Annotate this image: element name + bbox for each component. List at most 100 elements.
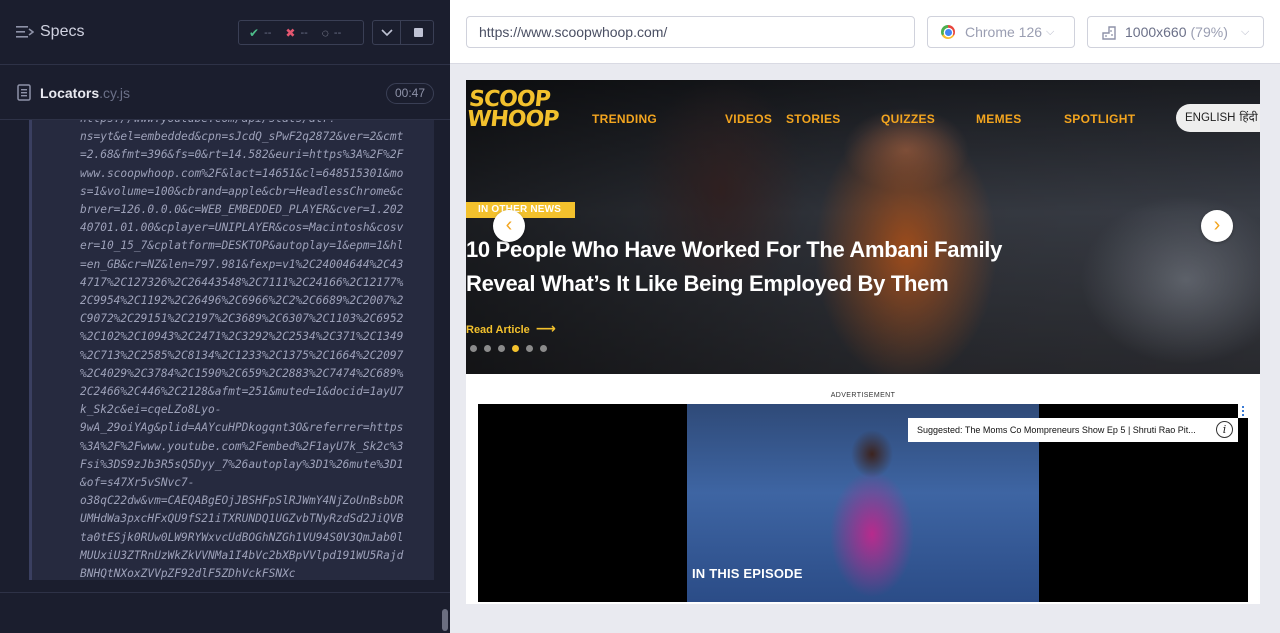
spec-duration: 00:47 (386, 83, 434, 104)
arrow-right-icon: › (1213, 214, 1221, 236)
website-frame: SCOOP WHOOP TRENDING VIDEOS STORIES QUIZZ… (466, 80, 1260, 604)
log-line: 4717%2C127326%2C26443548%2C7111%2C24166%… (80, 275, 404, 289)
carousel-dot[interactable] (540, 345, 547, 352)
nav-spotlight[interactable]: SPOTLIGHT (1064, 112, 1135, 126)
log-line: ta0tESjk0RUw0LW9RYWxvcUdBOGhNZGh1VU94S0V… (80, 530, 404, 544)
hero-headline[interactable]: 10 People Who Have Worked For The Ambani… (466, 233, 1106, 301)
chevron-down-icon: ⌵ (1046, 26, 1055, 38)
run-stats: ✔ -- ✖ -- ◌ -- (238, 20, 364, 45)
failed-count: -- (300, 26, 308, 39)
list-icon[interactable] (16, 24, 34, 40)
spinner-icon: ◌ (321, 25, 329, 40)
log-line: brver=126.0.0.0&c=WEB_EMBEDDED_PLAYER&cv… (80, 203, 404, 217)
nav-videos[interactable]: VIDEOS (725, 112, 772, 126)
stop-icon (414, 28, 423, 37)
log-line: o38qC22dw&vm=CAEQABgEOjJBSHFpSlRJWmY4NjZ… (80, 494, 404, 508)
log-line: Fsi%3DS9zJb3R5sQ5Dyy_7%26autoplay%3D1%26… (80, 457, 404, 471)
carousel-prev-button[interactable]: ‹ (493, 210, 525, 242)
collapse-button[interactable] (372, 20, 401, 45)
headline-line-2: Reveal What’s It Like Being Employed By … (466, 271, 949, 296)
pending-stat: ◌ -- (322, 26, 341, 40)
log-line: =en_GB&cr=NZ&len=797.981&fexp=v1%2C24004… (80, 257, 404, 271)
log-line: k_Sk2c&ei=cqeLZo8Lyo- (80, 403, 222, 417)
request-url-text: https://www.youtube.com/api/stats/atr? ns… (80, 120, 434, 580)
x-icon: ✖ (285, 25, 296, 40)
log-line: ns=yt&el=embedded&cpn=sJcdQ_sPwF2q2872&v… (80, 130, 404, 144)
arrow-left-icon: ‹ (505, 214, 513, 236)
failed-stat: ✖ -- (285, 26, 307, 40)
viewport-label: 1000x660 (79%) (1125, 17, 1228, 47)
ad-label: ADVERTISEMENT (830, 392, 896, 399)
carousel-next-button[interactable]: › (1201, 210, 1233, 242)
chevron-down-icon (381, 29, 393, 37)
log-line: 40701.01.00&cplayer=UNIPLAYER&cos=Macint… (80, 221, 404, 235)
log-line: https://www.youtube.com/api/stats/atr? (80, 120, 434, 128)
carousel-dot[interactable] (470, 345, 477, 352)
carousel-dots (470, 345, 554, 352)
ad-menu-button[interactable] (1238, 404, 1248, 418)
read-article-label: Read Article (466, 324, 530, 336)
log-line: er=10_15_7&cplatform=DESKTOP&autoplay=1&… (80, 239, 404, 253)
log-line: %3A%2F%2Fwww.youtube.com%2Fembed%2F1ayU7… (80, 439, 404, 453)
log-line: 9wA_29oiYAg&plid=AAYcuHPDkogqnt3O&referr… (80, 421, 404, 435)
headline-line-1: 10 People Who Have Worked For The Ambani… (466, 237, 1003, 262)
nav-memes[interactable]: MEMES (976, 112, 1022, 126)
log-line: 2C2466%2C446%2C2128&afmt=251&muted=1&doc… (80, 385, 404, 399)
lang-english: ENGLISH (1185, 112, 1236, 124)
viewport-scale: (79%) (1190, 24, 1228, 40)
check-icon: ✔ (249, 25, 260, 40)
info-icon[interactable]: i (1216, 421, 1233, 438)
ad-video-player[interactable]: IN THIS EPISODE Suggested: The Moms Co M… (478, 404, 1248, 602)
log-line: %2C102%2C10943%2C2471%2C3292%2C2534%2C37… (80, 330, 404, 344)
carousel-dot[interactable] (484, 345, 491, 352)
hero-image (466, 80, 1260, 374)
viewport-selector[interactable]: 1000x660 (79%) ⌵ (1087, 16, 1264, 48)
url-bar[interactable]: https://www.scoopwhoop.com/ (466, 16, 915, 48)
log-line: s=1&volume=100&cbrand=apple&cbr=Headless… (80, 184, 404, 198)
carousel-dot[interactable] (526, 345, 533, 352)
log-line: C9072%2C29151%2C2197%2C3689%2C6307%2C110… (80, 312, 404, 326)
log-line: %2C4029%2C3784%2C1590%2C659%2C2883%2C747… (80, 366, 404, 380)
language-toggle[interactable]: ENGLISH हिंदी (1176, 104, 1260, 132)
browser-selector[interactable]: Chrome 126 ⌵ (927, 16, 1075, 48)
spec-file-row[interactable]: Locators.cy.js 00:47 (0, 64, 450, 120)
log-line: =2.68&fmt=396&fs=0&rt=14.582&euri=https%… (80, 148, 404, 162)
specs-title[interactable]: Specs (40, 23, 84, 41)
log-line: &of=s47Xr5vSNvc7- (80, 476, 195, 490)
file-icon (17, 84, 31, 101)
nav-quizzes[interactable]: QUIZZES (881, 112, 935, 126)
nav-trending[interactable]: TRENDING (592, 112, 657, 126)
viewport-size: 1000x660 (1125, 24, 1187, 40)
log-line: 2C9954%2C1192%2C26496%2C6966%2C2%2C6689%… (80, 294, 404, 308)
log-line: %2C713%2C2585%2C8134%2C1233%2C1375%2C166… (80, 348, 404, 362)
command-log-entry[interactable]: https://www.youtube.com/api/stats/atr? ns… (29, 120, 434, 580)
scrollbar-thumb[interactable] (442, 609, 448, 631)
spec-file-ext: .cy.js (99, 85, 130, 101)
carousel-dot[interactable] (498, 345, 505, 352)
site-logo[interactable]: SCOOP WHOOP (466, 87, 560, 132)
passed-count: -- (264, 26, 272, 39)
aut-toolbar: https://www.scoopwhoop.com/ Chrome 126 ⌵… (450, 0, 1280, 64)
hero-carousel: SCOOP WHOOP TRENDING VIDEOS STORIES QUIZZ… (466, 80, 1260, 374)
carousel-dot[interactable] (512, 345, 519, 352)
app-under-test-panel: https://www.scoopwhoop.com/ Chrome 126 ⌵… (450, 0, 1280, 633)
chrome-icon (941, 25, 955, 39)
divider (0, 592, 450, 593)
lang-hindi: हिंदी (1239, 112, 1258, 124)
log-line: www.scoopwhoop.com%2F&lact=14651&cl=6485… (80, 166, 404, 180)
episode-caption: IN THIS EPISODE (692, 566, 803, 581)
nav-stories[interactable]: STORIES (786, 112, 841, 126)
spec-file-basename: Locators (40, 85, 100, 101)
specs-header: Specs ✔ -- ✖ -- ◌ -- (0, 0, 450, 64)
suggested-video-banner[interactable]: Suggested: The Moms Co Mompreneurs Show … (908, 418, 1238, 442)
passed-stat: ✔ -- (249, 26, 271, 40)
arrow-right-icon: ⟶ (535, 320, 556, 336)
ruler-icon (1102, 26, 1116, 40)
log-line: BNHQtNXoxZVVpZF92dlF5ZDhVckFSNXc (80, 567, 296, 580)
spec-file-name: Locators.cy.js (40, 85, 130, 101)
chevron-down-icon: ⌵ (1241, 26, 1250, 38)
log-line: MUUxiU3ZTRnUzWkZkVVNMa1I4bVc2bXBpVVlpd19… (80, 548, 404, 562)
browser-label: Chrome 126 (965, 24, 1043, 40)
read-article-link[interactable]: Read Article ⟶ (466, 320, 556, 337)
stop-button[interactable] (400, 20, 434, 45)
